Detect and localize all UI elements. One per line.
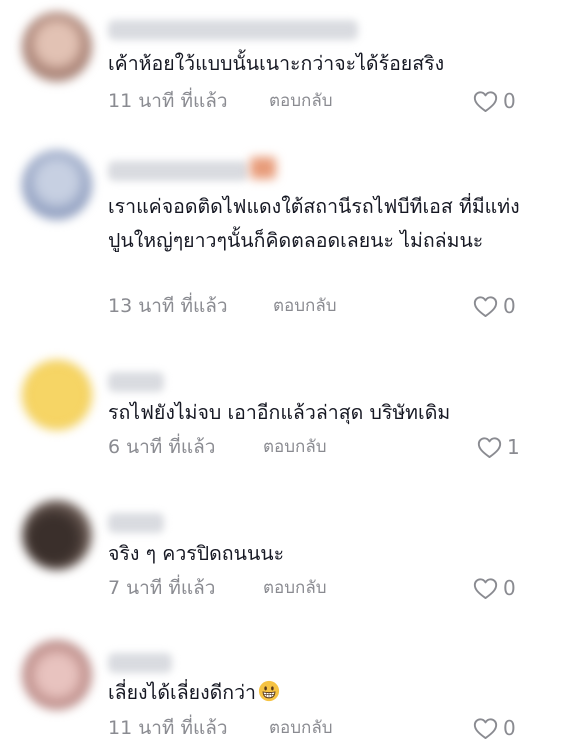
- reply-button[interactable]: ตอบกลับ: [269, 713, 333, 742]
- heart-icon: [473, 717, 498, 739]
- heart-icon: [477, 436, 502, 458]
- comment-text-content: เลี่ยงได้เลี่ยงดีกว่า: [108, 681, 256, 704]
- avatar[interactable]: [22, 360, 92, 430]
- reply-button[interactable]: ตอบกลับ: [263, 432, 327, 462]
- like-button[interactable]: 0: [472, 86, 516, 116]
- comment-text: เลี่ยงได้เลี่ยงดีกว่า: [108, 676, 528, 710]
- heart-icon: [473, 295, 498, 317]
- like-button[interactable]: 0: [472, 713, 516, 742]
- username-blurred[interactable]: [108, 653, 172, 673]
- like-count: 0: [503, 294, 516, 318]
- comment-timestamp: 11 นาที ที่แล้ว: [108, 90, 228, 112]
- username-blurred[interactable]: [108, 513, 164, 533]
- avatar[interactable]: [22, 500, 92, 570]
- avatar[interactable]: [22, 12, 92, 82]
- avatar[interactable]: [22, 150, 92, 220]
- comment-timestamp: 6 นาที ที่แล้ว: [108, 436, 216, 458]
- comment-timestamp: 7 นาที ที่แล้ว: [108, 577, 216, 599]
- username-blurred[interactable]: [108, 372, 164, 392]
- comment-meta: 13 นาที ที่แล้ว ตอบกลับ 0: [108, 291, 567, 321]
- comment-timestamp: 11 นาที ที่แล้ว: [108, 717, 228, 739]
- reply-button[interactable]: ตอบกลับ: [263, 573, 327, 603]
- comment-meta: 11 นาที ที่แล้ว ตอบกลับ 0: [108, 86, 567, 116]
- comment-text: จริง ๆ ควรปิดถนนนะ: [108, 542, 285, 565]
- comment-text: เค้าห้อยใว้แบบนั้นเนาะกว่าจะได้ร้อยสริง: [108, 52, 445, 75]
- like-button[interactable]: 0: [472, 573, 516, 603]
- username-emoji-blurred: [250, 157, 276, 179]
- comment-list: เค้าห้อยใว้แบบนั้นเนาะกว่าจะได้ร้อยสริง …: [0, 0, 567, 742]
- like-button[interactable]: 0: [472, 291, 516, 321]
- like-count: 0: [503, 716, 516, 740]
- avatar[interactable]: [22, 640, 92, 710]
- reply-button[interactable]: ตอบกลับ: [273, 291, 337, 321]
- reply-button[interactable]: ตอบกลับ: [269, 86, 333, 116]
- comment-text: รถไฟยังไม่จบ เอาอีกแล้วล่าสุด บริษัทเดิม: [108, 401, 451, 424]
- comment-timestamp: 13 นาที ที่แล้ว: [108, 295, 228, 317]
- heart-icon: [473, 90, 498, 112]
- username-blurred[interactable]: [108, 20, 358, 40]
- heart-icon: [473, 577, 498, 599]
- comment-meta: 6 นาที ที่แล้ว ตอบกลับ 1: [108, 432, 567, 462]
- username-blurred[interactable]: [108, 161, 248, 181]
- like-count: 0: [503, 89, 516, 113]
- comment-meta: 7 นาที ที่แล้ว ตอบกลับ 0: [108, 573, 567, 603]
- like-count: 0: [503, 576, 516, 600]
- like-button[interactable]: 1: [476, 432, 520, 462]
- grinning-face-icon: [258, 680, 280, 702]
- comment-meta: 11 นาที ที่แล้ว ตอบกลับ 0: [108, 713, 567, 742]
- like-count: 1: [507, 435, 520, 459]
- comment-text: เราแค่จอดติดไฟแดงใต้สถานีรถไฟบีทีเอส ที่…: [108, 195, 520, 252]
